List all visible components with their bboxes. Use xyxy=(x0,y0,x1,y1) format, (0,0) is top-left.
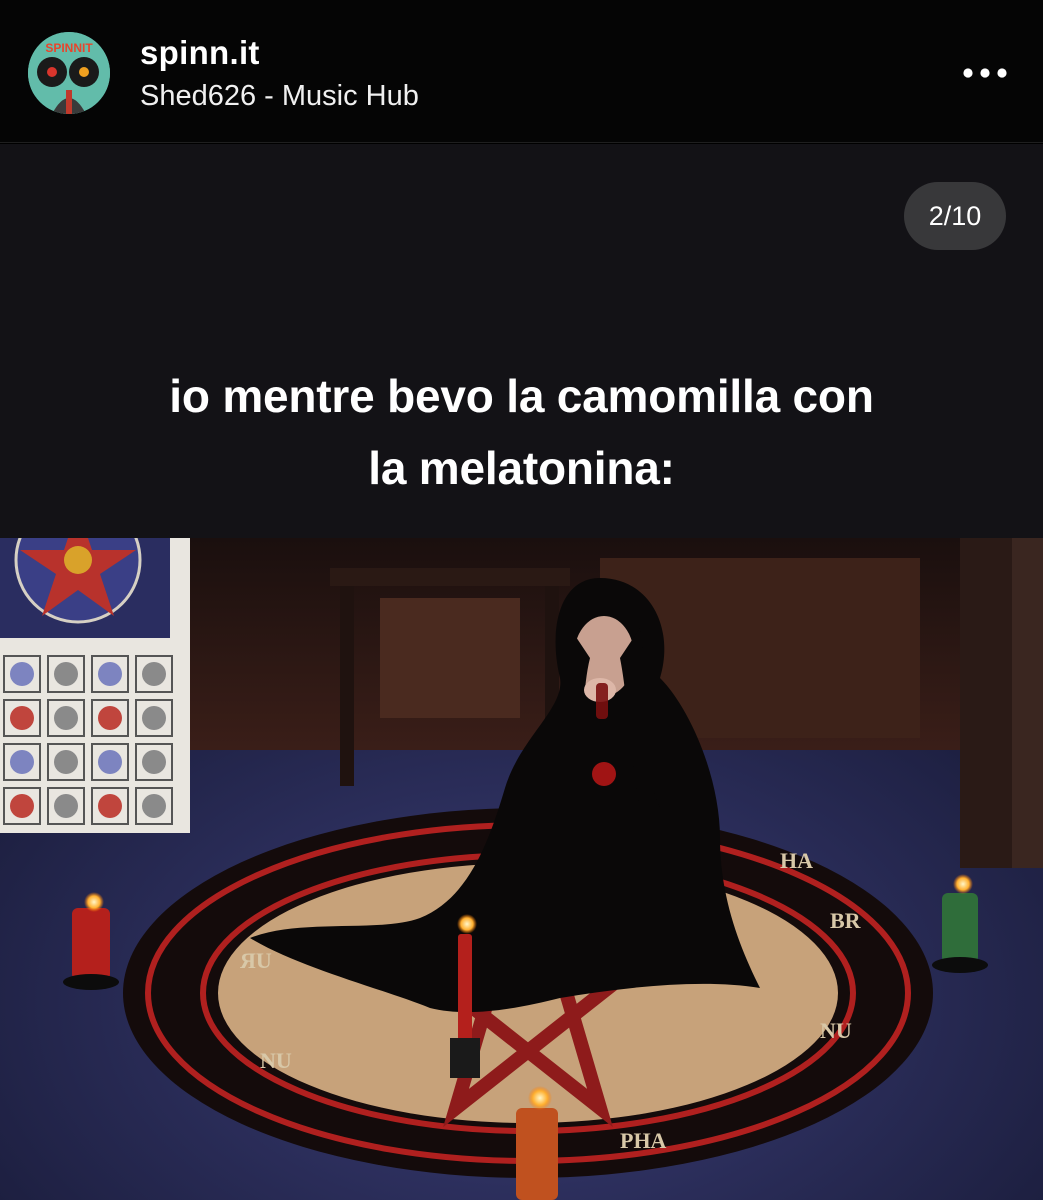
meme-photo: ЯU HA BR NU PHA NU xyxy=(0,538,1043,1200)
post-header: SPINNIT spinn.it Shed626 - Music Hub xyxy=(0,0,1043,143)
meme-caption: io mentre bevo la camomilla con la melat… xyxy=(40,360,1003,504)
avatar-logo-icon: SPINNIT xyxy=(28,32,110,114)
svg-text:PHA: PHA xyxy=(620,1128,667,1153)
meme-caption-area: 2/10 io mentre bevo la camomilla con la … xyxy=(0,144,1043,538)
meme-caption-line-2: la melatonina: xyxy=(368,442,675,494)
account-name[interactable]: spinn.it xyxy=(140,34,260,72)
photo-illustration: ЯU HA BR NU PHA NU xyxy=(0,538,1043,1200)
svg-text:NU: NU xyxy=(260,1048,292,1073)
post-media[interactable]: 2/10 io mentre bevo la camomilla con la … xyxy=(0,144,1043,1200)
account-subtitle[interactable]: Shed626 - Music Hub xyxy=(140,80,419,113)
carousel-counter: 2/10 xyxy=(904,182,1006,250)
svg-text:NU: NU xyxy=(820,1018,852,1043)
svg-text:HA: HA xyxy=(780,848,813,873)
svg-text:SPINNIT: SPINNIT xyxy=(45,41,93,55)
svg-text:BR: BR xyxy=(830,908,862,933)
more-horizontal-icon xyxy=(963,68,1007,78)
more-options-button[interactable] xyxy=(958,56,1012,90)
meme-caption-line-1: io mentre bevo la camomilla con xyxy=(169,370,874,422)
svg-text:ЯU: ЯU xyxy=(240,948,272,973)
account-avatar[interactable]: SPINNIT xyxy=(28,32,110,114)
